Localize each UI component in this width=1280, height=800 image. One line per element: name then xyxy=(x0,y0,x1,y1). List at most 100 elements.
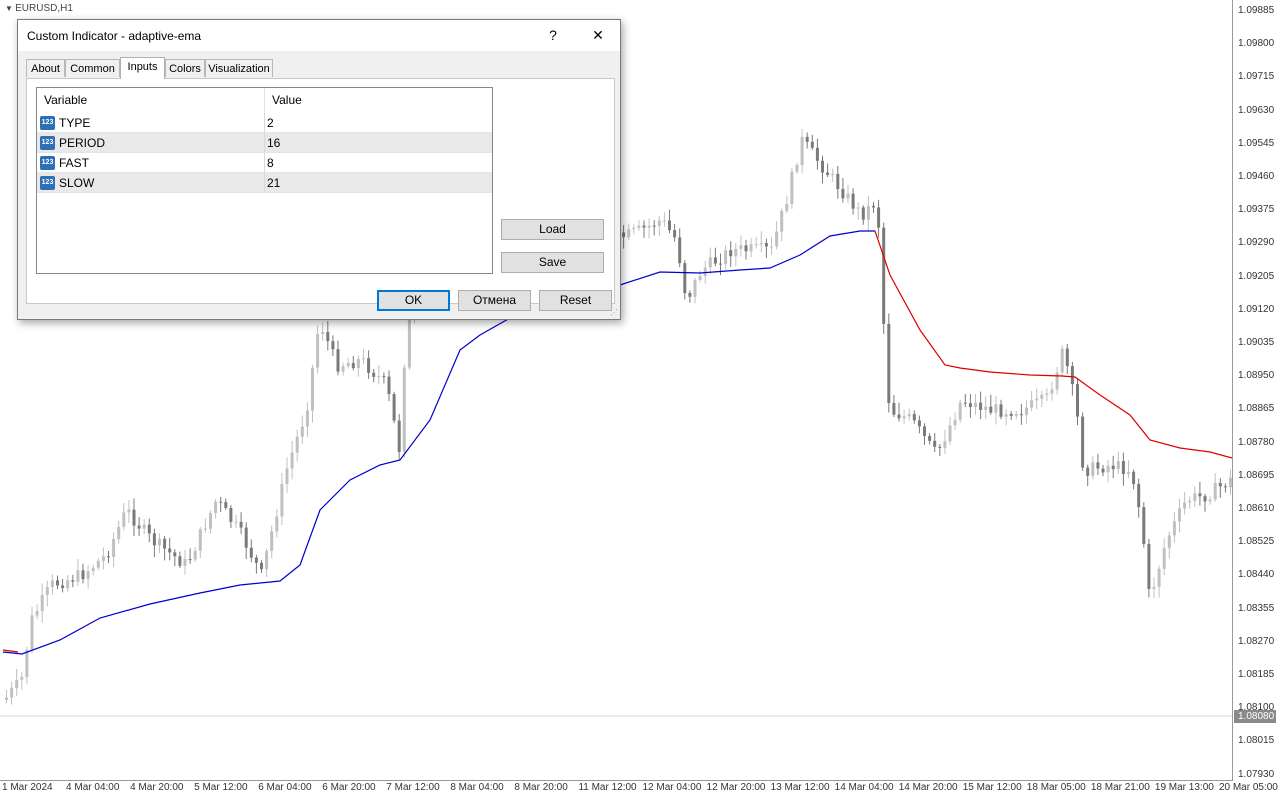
table-row[interactable]: 123 SLOW 21 xyxy=(37,173,492,193)
candle-body xyxy=(66,580,70,589)
candle-body xyxy=(780,210,784,232)
candle-body xyxy=(1111,465,1115,470)
candle-body xyxy=(183,559,187,566)
candle-body xyxy=(739,245,743,249)
candle-body xyxy=(30,615,34,650)
ok-button[interactable]: OK xyxy=(377,290,450,311)
candle-body xyxy=(984,406,988,410)
tab-visualization[interactable]: Visualization xyxy=(205,59,273,77)
candle-body xyxy=(1030,400,1034,408)
candle-body xyxy=(851,193,855,209)
price-label: 1.09545 xyxy=(1238,137,1275,149)
dialog-titlebar[interactable]: Custom Indicator - adaptive-ema ? ✕ xyxy=(18,20,620,51)
candle-body xyxy=(107,556,110,558)
time-label: 14 Mar 20:00 xyxy=(898,782,958,793)
candle-body xyxy=(831,173,835,175)
candle-body xyxy=(708,257,712,268)
table-row[interactable]: 123 FAST 8 xyxy=(37,153,492,173)
candle-body xyxy=(270,531,274,551)
price-axis-line xyxy=(1232,0,1233,780)
time-label: 12 Mar 20:00 xyxy=(706,782,766,793)
candle-body xyxy=(943,441,947,448)
input-value[interactable]: 16 xyxy=(267,133,280,153)
time-axis-line xyxy=(0,780,1233,781)
candle-body xyxy=(10,688,14,698)
candle-body xyxy=(642,225,646,228)
tab-common[interactable]: Common xyxy=(65,59,120,77)
candle-body xyxy=(305,410,309,427)
price-label: 1.08950 xyxy=(1238,370,1275,382)
price-label: 1.09290 xyxy=(1238,237,1275,249)
candle-body xyxy=(392,394,396,421)
close-button[interactable]: ✕ xyxy=(576,22,620,49)
candle-body xyxy=(892,403,896,415)
price-label: 1.08610 xyxy=(1238,503,1275,514)
candle-body xyxy=(1167,535,1171,549)
candle-body xyxy=(1121,461,1125,474)
price-label: 1.08440 xyxy=(1238,569,1275,581)
candle-body xyxy=(321,331,325,334)
candle-body xyxy=(1050,389,1054,394)
candle-body xyxy=(698,275,702,280)
load-button[interactable]: Load xyxy=(501,219,604,240)
tab-inputs[interactable]: Inputs xyxy=(120,57,165,79)
candle-body xyxy=(1198,493,1202,497)
candle-body xyxy=(45,587,49,595)
time-label: 19 Mar 13:00 xyxy=(1154,782,1214,793)
candle-body xyxy=(897,414,901,419)
candle-body xyxy=(20,676,24,680)
cancel-button[interactable]: Отмена xyxy=(458,290,531,311)
symbol-label: ▼ EURUSD,H1 xyxy=(5,3,73,14)
inputs-table[interactable]: Variable Value 123 TYPE 2 123 PERIOD 16 … xyxy=(36,87,493,274)
tab-about[interactable]: About xyxy=(26,59,65,77)
candle-body xyxy=(1065,348,1069,367)
candle-body xyxy=(254,557,258,563)
price-label: 1.09120 xyxy=(1238,303,1275,315)
candle-body xyxy=(101,556,105,561)
candle-body xyxy=(152,533,156,546)
symbol-dropdown-icon[interactable]: ▼ xyxy=(5,4,15,13)
input-value[interactable]: 2 xyxy=(267,113,274,133)
tab-colors[interactable]: Colors xyxy=(165,59,205,77)
candle-body xyxy=(407,312,411,368)
candle-body xyxy=(729,250,733,257)
table-row[interactable]: 123 TYPE 2 xyxy=(37,113,492,133)
candle-body xyxy=(76,570,80,582)
price-label: 1.08865 xyxy=(1238,403,1275,415)
candle-body xyxy=(224,502,228,508)
candle-body xyxy=(1060,348,1064,373)
candle-body xyxy=(367,358,371,373)
reset-button[interactable]: Reset xyxy=(539,290,612,311)
candle-body xyxy=(1193,493,1197,501)
column-value[interactable]: Value xyxy=(265,88,492,113)
input-value[interactable]: 21 xyxy=(267,173,280,193)
help-button[interactable]: ? xyxy=(531,22,575,49)
dialog-title: Custom Indicator - adaptive-ema xyxy=(27,29,202,43)
candle-body xyxy=(61,585,65,589)
input-value[interactable]: 8 xyxy=(267,153,274,173)
candle-body xyxy=(912,414,916,421)
time-label: 7 Mar 12:00 xyxy=(386,782,440,793)
candle-body xyxy=(316,333,320,368)
candle-body xyxy=(1157,568,1161,588)
time-label: 5 Mar 12:00 xyxy=(194,782,248,793)
candle-body xyxy=(1025,407,1028,415)
candle-body xyxy=(50,580,54,588)
resize-grip-icon[interactable]: ⋰ xyxy=(610,309,618,317)
candle-body xyxy=(979,402,983,410)
price-label: 1.09205 xyxy=(1238,270,1275,282)
candle-body xyxy=(958,402,962,420)
save-button[interactable]: Save xyxy=(501,252,604,273)
candle-body xyxy=(290,452,294,469)
candle-body xyxy=(785,203,789,211)
candle-body xyxy=(209,512,212,529)
column-variable[interactable]: Variable xyxy=(37,88,264,113)
candle-body xyxy=(764,243,768,247)
price-label: 1.09885 xyxy=(1238,5,1275,16)
time-label: 8 Mar 20:00 xyxy=(514,782,568,793)
candle-body xyxy=(836,173,840,189)
candle-body xyxy=(1091,462,1095,476)
candle-body xyxy=(1213,482,1217,500)
time-label: 6 Mar 20:00 xyxy=(322,782,376,793)
table-row[interactable]: 123 PERIOD 16 xyxy=(37,133,492,153)
